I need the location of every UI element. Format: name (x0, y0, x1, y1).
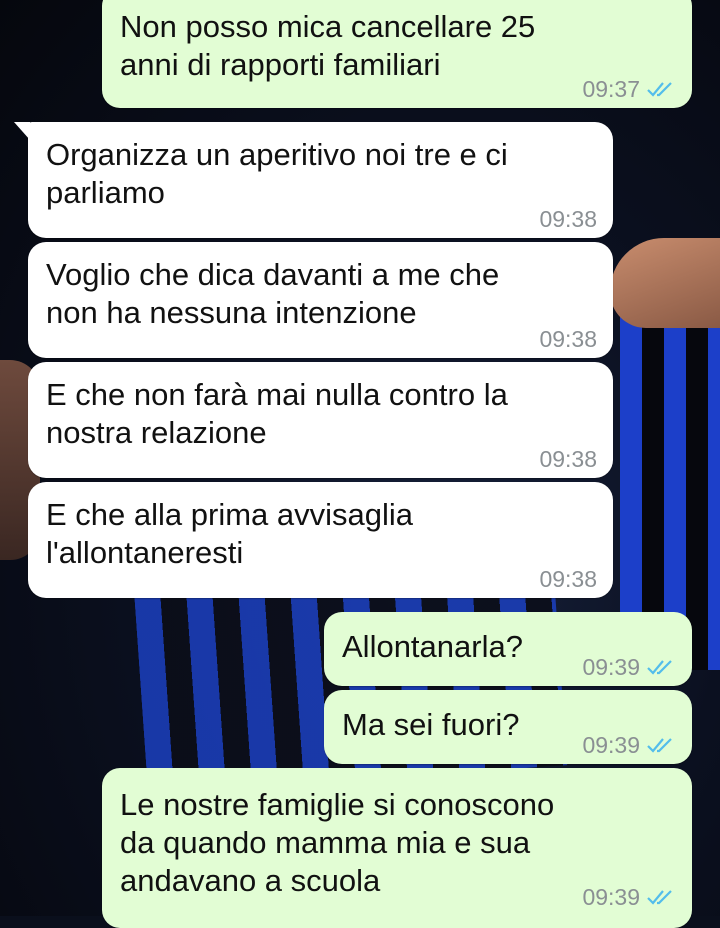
double-check-read-icon (647, 738, 672, 753)
message-bubble-incoming[interactable]: Organizza un aperitivo noi tre e ci parl… (14, 122, 613, 238)
message-time: 09:39 (582, 732, 640, 758)
message-bubble-incoming[interactable]: Voglio che dica davanti a me che non ha … (28, 242, 613, 358)
message-bubble-incoming[interactable]: E che alla prima avvisaglia l'allontaner… (28, 482, 613, 598)
double-check-read-icon (647, 82, 672, 97)
message-text: E che non farà mai nulla contro la nostr… (46, 377, 508, 450)
message-meta: 09:38 (539, 566, 597, 592)
message-text: Organizza un aperitivo noi tre e ci parl… (46, 137, 508, 210)
message-time: 09:38 (539, 326, 597, 352)
bubble-tail (14, 122, 30, 140)
message-meta: 09:37 (582, 76, 676, 102)
message-time: 09:39 (582, 884, 640, 910)
message-text: Non posso mica cancellare 25 anni di rap… (120, 9, 536, 82)
message-time: 09:39 (582, 654, 640, 680)
message-meta: 09:38 (539, 206, 597, 232)
message-bubble-outgoing[interactable]: Allontanarla? 09:39 (324, 612, 692, 686)
double-check-read-icon (647, 890, 672, 905)
message-time: 09:38 (539, 566, 597, 592)
message-text: E che alla prima avvisaglia l'allontaner… (46, 497, 414, 570)
message-meta: 09:39 (582, 732, 676, 758)
message-meta: 09:38 (539, 326, 597, 352)
message-bubble-outgoing[interactable]: Le nostre famiglie si conoscono da quand… (102, 768, 692, 928)
message-meta: 09:39 (582, 654, 676, 680)
message-time: 09:37 (582, 76, 640, 102)
message-bubble-outgoing[interactable]: Non posso mica cancellare 25 anni di rap… (102, 0, 692, 108)
message-meta: 09:38 (539, 446, 597, 472)
message-bubble-outgoing[interactable]: Ma sei fuori? 09:39 (324, 690, 692, 764)
message-text: Le nostre famiglie si conoscono da quand… (120, 787, 555, 898)
message-text: Voglio che dica davanti a me che non ha … (46, 257, 500, 330)
wallpaper-arm (610, 238, 720, 328)
message-meta: 09:39 (582, 884, 676, 910)
message-time: 09:38 (539, 206, 597, 232)
message-time: 09:38 (539, 446, 597, 472)
message-bubble-incoming[interactable]: E che non farà mai nulla contro la nostr… (28, 362, 613, 478)
double-check-read-icon (647, 660, 672, 675)
